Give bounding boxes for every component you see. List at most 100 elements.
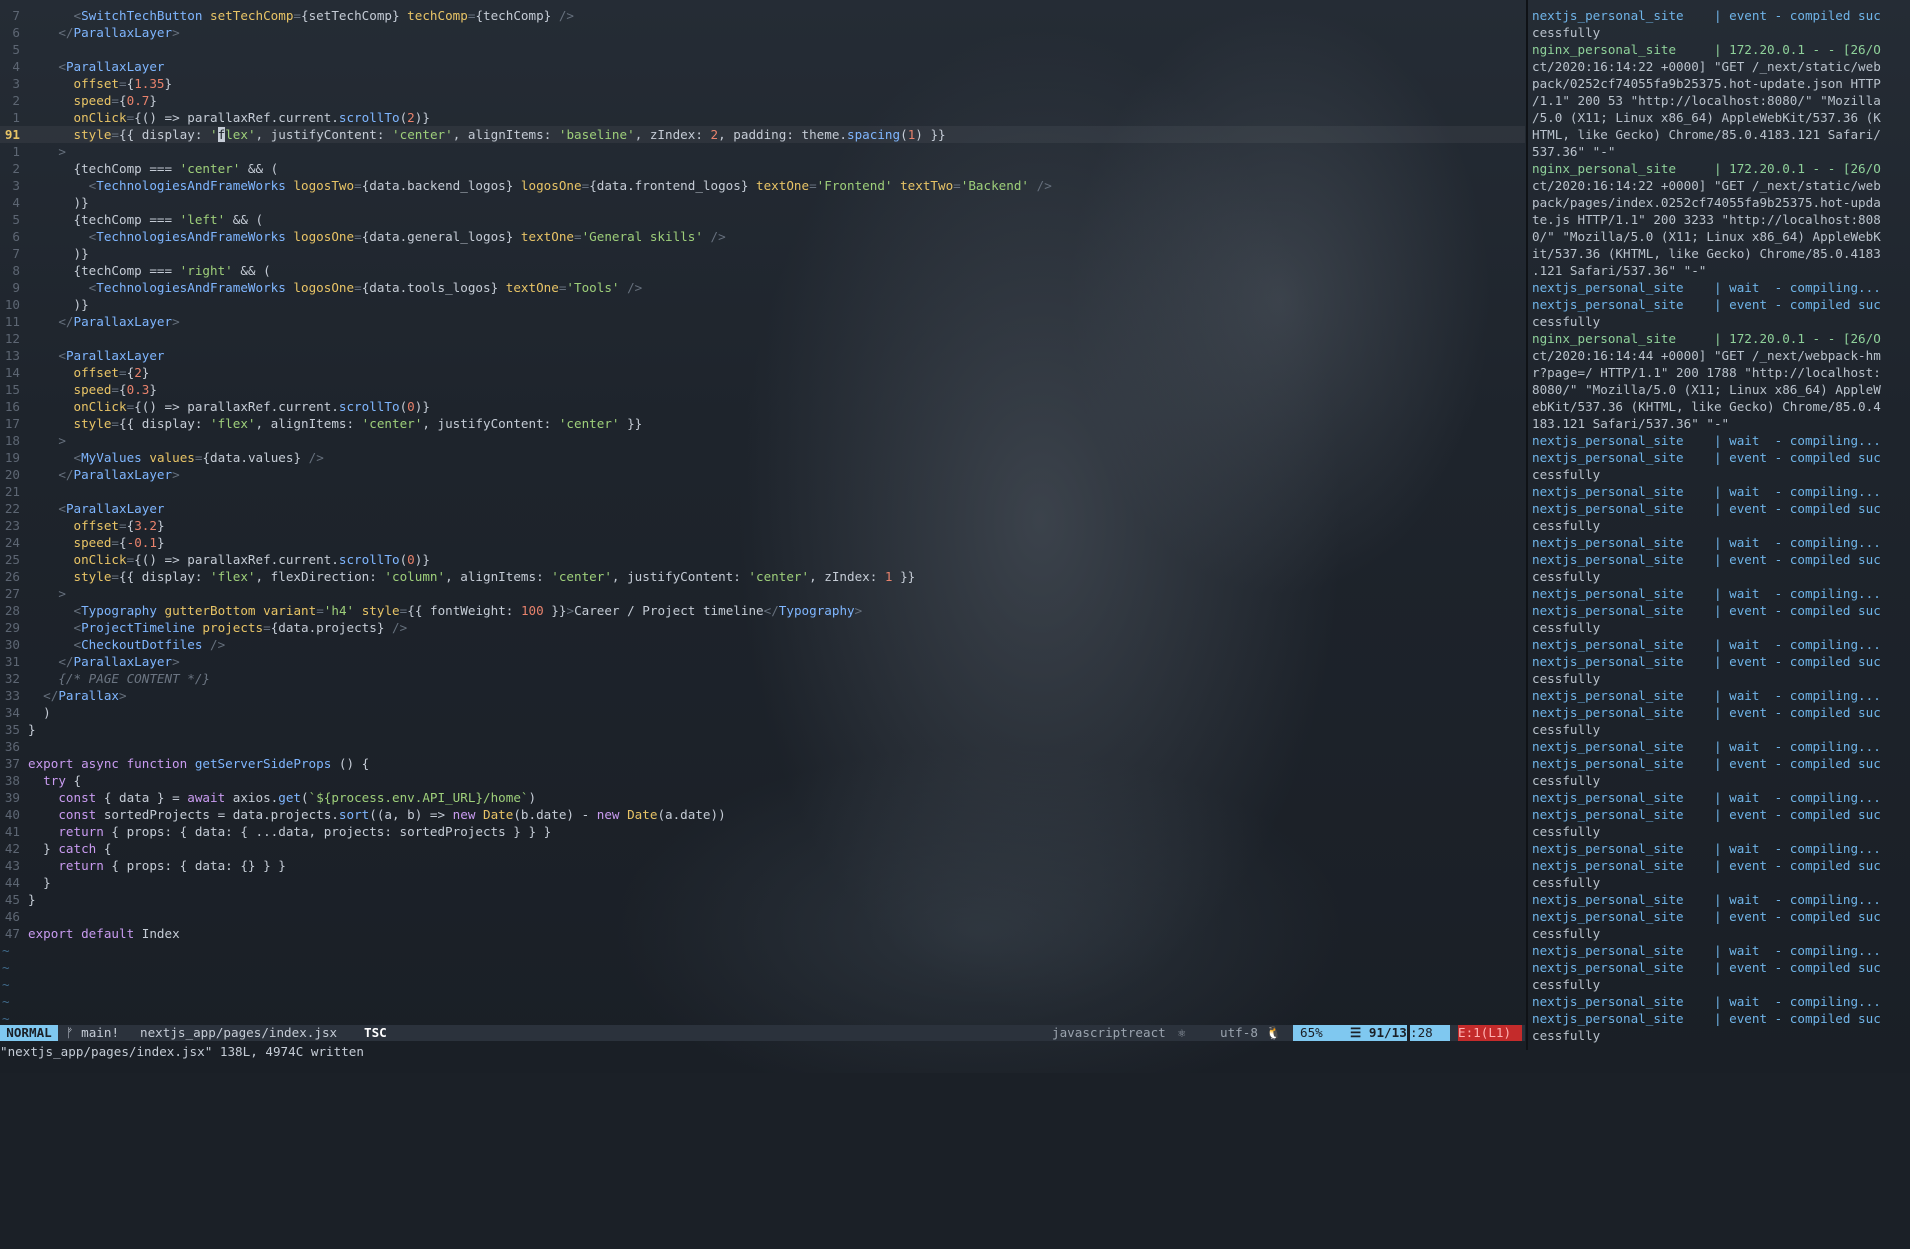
code-line[interactable]: 33 </Parallax>	[0, 687, 1525, 704]
code-line[interactable]: 21	[0, 483, 1525, 500]
code-token: getServerSideProps	[194, 756, 332, 771]
code-token: >	[172, 314, 180, 329]
code-line[interactable]: 3 offset={1.35}	[0, 75, 1525, 92]
code-line[interactable]: 1 onClick={() => parallaxRef.current.scr…	[0, 109, 1525, 126]
code-line[interactable]: 15 speed={0.3}	[0, 381, 1525, 398]
code-token: scrollTo	[338, 110, 400, 125]
code-token: {{ display:	[119, 127, 211, 142]
line-number: 45	[4, 892, 20, 907]
code-line[interactable]: 44 }	[0, 874, 1525, 891]
terminal-log-line: nextjs_personal_site | wait - compiling.…	[1532, 279, 1910, 296]
code-token: {	[119, 382, 127, 397]
terminal-log-line: cessfully	[1532, 721, 1910, 738]
code-token: , zIndex:	[809, 569, 885, 584]
code-line[interactable]: 31 </ParallaxLayer>	[0, 653, 1525, 670]
code-line[interactable]: 11 </ParallaxLayer>	[0, 313, 1525, 330]
code-token: ParallaxLayer	[73, 314, 173, 329]
code-token: 'center'	[392, 127, 453, 142]
code-line[interactable]: 22 <ParallaxLayer	[0, 500, 1525, 517]
code-token: <	[73, 637, 82, 652]
code-line[interactable]: 28 <Typography gutterBottom variant='h4'…	[0, 602, 1525, 619]
code-text: <TechnologiesAndFrameWorks logosOne={dat…	[28, 228, 726, 245]
code-token: {	[119, 535, 127, 550]
code-line[interactable]: 42 } catch {	[0, 840, 1525, 857]
code-line[interactable]: 39 const { data } = await axios.get(`${p…	[0, 789, 1525, 806]
code-line[interactable]: 2 {techComp === 'center' && (	[0, 160, 1525, 177]
code-line[interactable]: 47 export default Index	[0, 925, 1525, 942]
code-line[interactable]: 17 style={{ display: 'flex', alignItems:…	[0, 415, 1525, 432]
code-line[interactable]: 20 </ParallaxLayer>	[0, 466, 1525, 483]
code-line[interactable]: 27 >	[0, 585, 1525, 602]
code-line[interactable]: 25 onClick={() => parallaxRef.current.sc…	[0, 551, 1525, 568]
code-line[interactable]: 29 <ProjectTimeline projects={data.proje…	[0, 619, 1525, 636]
code-line[interactable]: 7 <SwitchTechButton setTechComp={setTech…	[0, 7, 1525, 24]
code-line[interactable]: 36	[0, 738, 1525, 755]
code-line[interactable]: 2 speed={0.7}	[0, 92, 1525, 109]
line-number: 6	[12, 229, 20, 244]
code-line[interactable]: 14 offset={2}	[0, 364, 1525, 381]
code-line[interactable]: 8 {techComp === 'right' && (	[0, 262, 1525, 279]
log-text: nextjs_personal_site | wait - compiling.…	[1532, 841, 1881, 856]
code-text: <CheckoutDotfiles />	[28, 636, 226, 653]
code-line[interactable]: 9 <TechnologiesAndFrameWorks logosOne={d…	[0, 279, 1525, 296]
code-line[interactable]: 6 </ParallaxLayer>	[0, 24, 1525, 41]
code-line[interactable]: 26 style={{ display: 'flex', flexDirecti…	[0, 568, 1525, 585]
code-line[interactable]: 91 style={{ display: 'flex', justifyCont…	[0, 126, 1525, 143]
terminal-log-line: ct/2020:16:14:22 +0000] "GET /_next/stat…	[1532, 177, 1910, 194]
code-line[interactable]: 23 offset={3.2}	[0, 517, 1525, 534]
code-line[interactable]: 10 )}	[0, 296, 1525, 313]
code-line[interactable]: 4 <ParallaxLayer	[0, 58, 1525, 75]
code-line[interactable]: 13 <ParallaxLayer	[0, 347, 1525, 364]
code-token: <	[58, 59, 66, 74]
code-line[interactable]: 24 speed={-0.1}	[0, 534, 1525, 551]
code-line[interactable]: 35}	[0, 721, 1525, 738]
code-line[interactable]: 7 )}	[0, 245, 1525, 262]
code-text: )}	[28, 296, 88, 313]
code-line[interactable]: 34 )	[0, 704, 1525, 721]
code-text: }	[28, 721, 36, 738]
code-line[interactable]: 46	[0, 908, 1525, 925]
code-line[interactable]: 16 onClick={() => parallaxRef.current.sc…	[0, 398, 1525, 415]
log-text: nextjs_personal_site | event - compiled …	[1532, 858, 1881, 873]
terminal-log-line: nginx_personal_site | 172.20.0.1 - - [26…	[1532, 160, 1910, 177]
code-token: catch	[58, 841, 97, 856]
code-line[interactable]: 4 )}	[0, 194, 1525, 211]
terminal-pane[interactable]: nextjs_personal_site | event - compiled …	[1532, 7, 1910, 1047]
code-token: 2	[134, 365, 142, 380]
code-token: , justifyContent:	[255, 127, 393, 142]
code-editor-pane[interactable]: 7 <SwitchTechButton setTechComp={setTech…	[0, 7, 1525, 1027]
code-line[interactable]: 32 {/* PAGE CONTENT */}	[0, 670, 1525, 687]
log-text: cessfully	[1532, 1028, 1601, 1043]
code-line[interactable]: 38 try {	[0, 772, 1525, 789]
error-badge[interactable]: E:1(L1)	[1458, 1025, 1522, 1041]
code-token: =	[354, 178, 362, 193]
code-line[interactable]: 5	[0, 41, 1525, 58]
split-divider[interactable]	[1526, 0, 1528, 1050]
log-text: nextjs_personal_site | wait - compiling.…	[1532, 688, 1881, 703]
code-line[interactable]: 30 <CheckoutDotfiles />	[0, 636, 1525, 653]
code-token: scrollTo	[338, 552, 400, 567]
code-token: 'Backend'	[960, 178, 1030, 193]
code-line[interactable]: 18 >	[0, 432, 1525, 449]
code-token: 0	[407, 399, 415, 414]
log-text: cessfully	[1532, 671, 1601, 686]
code-line[interactable]: 43 return { props: { data: {} } }	[0, 857, 1525, 874]
code-line[interactable]: 6 <TechnologiesAndFrameWorks logosOne={d…	[0, 228, 1525, 245]
code-line[interactable]: 5 {techComp === 'left' && (	[0, 211, 1525, 228]
terminal-log-line: 183.121 Safari/537.36" "-"	[1532, 415, 1910, 432]
log-text: nextjs_personal_site | event - compiled …	[1532, 603, 1881, 618]
code-text: )	[28, 704, 51, 721]
code-token: TechnologiesAndFrameWorks	[96, 178, 286, 193]
code-text: <ProjectTimeline projects={data.projects…	[28, 619, 408, 636]
code-line[interactable]: 1 >	[0, 143, 1525, 160]
code-line[interactable]: 19 <MyValues values={data.values} />	[0, 449, 1525, 466]
command-message-line: "nextjs_app/pages/index.jsx" 138L, 4974C…	[0, 1044, 364, 1059]
code-line[interactable]: 45}	[0, 891, 1525, 908]
code-line[interactable]: 12	[0, 330, 1525, 347]
code-line[interactable]: 41 return { props: { data: { ...data, pr…	[0, 823, 1525, 840]
terminal-log-line: nginx_personal_site | 172.20.0.1 - - [26…	[1532, 330, 1910, 347]
code-line[interactable]: 3 <TechnologiesAndFrameWorks logosTwo={d…	[0, 177, 1525, 194]
code-line[interactable]: 40 const sortedProjects = data.projects.…	[0, 806, 1525, 823]
code-line[interactable]: 37 export async function getServerSidePro…	[0, 755, 1525, 772]
